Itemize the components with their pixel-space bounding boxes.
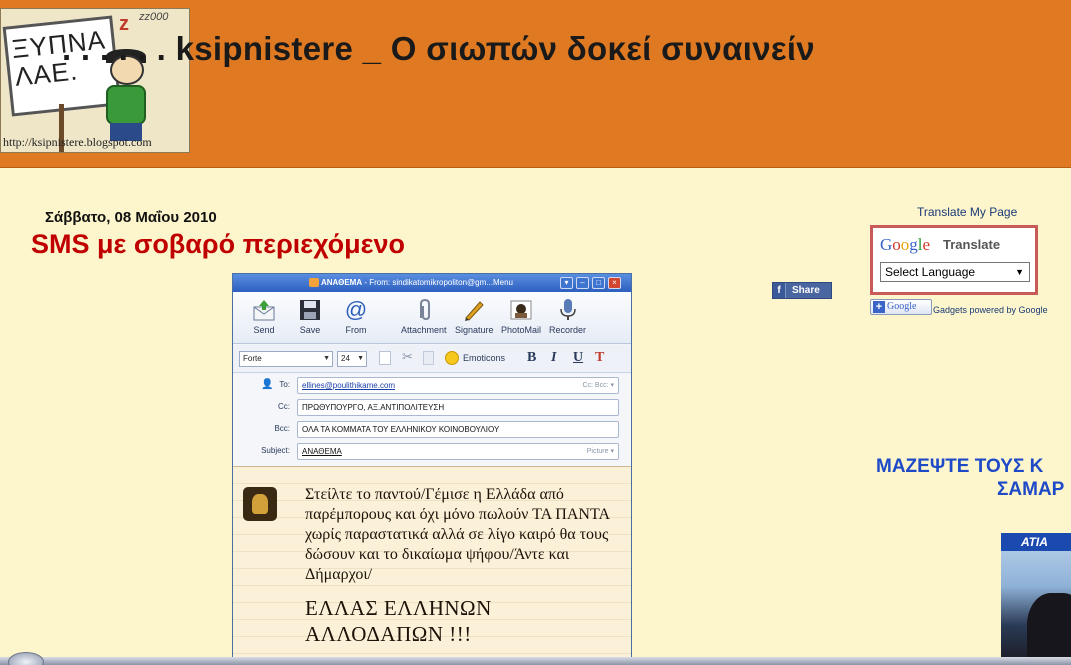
bcc-field: ΟΛΑ ΤΑ ΚΟΜΜΑΤΑ ΤΟΥ ΕΛΛΗΝΙΚΟΥ ΚΟΙΝΟΒΟΥΛΙΟ… (297, 421, 619, 438)
toolbar-save: Save (297, 298, 323, 335)
email-body-slogan: ΕΛΛΑΣ ΕΛΛΗΝΩΝ ΑΛΛΟΔΑΠΩΝ !!! (305, 596, 492, 646)
bcc-row: Bcc: ΟΛΑ ΤΑ ΚΟΜΜΑΤΑ ΤΟΥ ΕΛΛΗΝΙΚΟΥ ΚΟΙΝΟΒ… (233, 420, 631, 440)
google-logo: Google (880, 235, 931, 254)
blog-header: ΞΥΠΝΑ ΛΑΕ. z zz000 http://ksipnistere.bl… (0, 0, 1071, 168)
subject-row: Subject: ΑΝΑΘΕΜΑ Picture ▾ (233, 442, 631, 462)
pen-icon (461, 298, 487, 322)
photo-banner-text: ΑΤΙΑ (1001, 533, 1071, 551)
floppy-disk-icon (297, 298, 323, 322)
share-label: Share (792, 285, 820, 296)
email-screenshot-image: ΑΝΑΘΕΜΑ - From: sindikatomikropoliton@gm… (232, 273, 632, 665)
text-color-icon: T (595, 350, 605, 365)
to-field: ellines@poulithikame.com Cc: Bcc: ▾ (297, 377, 619, 394)
smiley-icon (445, 351, 459, 365)
menu-arrow-icon: ▾ (560, 277, 573, 289)
facebook-icon: f (773, 283, 786, 298)
subject-field: ΑΝΑΘΕΜΑ Picture ▾ (297, 443, 619, 460)
clear-format-icon (379, 351, 391, 365)
translate-heading: Translate My Page (917, 205, 1018, 219)
email-toolbar: Send Save @ From Attachment Signature Ph… (233, 292, 631, 344)
at-sign-icon: @ (344, 297, 368, 322)
to-label: To: (279, 380, 290, 389)
logo-url-text: http://ksipnistere.blogspot.com (3, 135, 152, 149)
emoticons-button: Emoticons (445, 351, 505, 365)
blog-title[interactable]: . . . . . . ksipnistere _ Ο σιωπών δοκεί… (62, 30, 815, 68)
media-control-bar (0, 657, 1071, 665)
toolbar-send: Send (251, 298, 277, 335)
chevron-down-icon: ▼ (1015, 267, 1024, 277)
gadgets-powered-link[interactable]: Gadgets powered by Google (933, 305, 1048, 315)
google-translate-widget: Google Translate Select Language ▼ (870, 225, 1038, 295)
cc-label: Cc: (278, 402, 290, 411)
to-row: 👤 To: ellines@poulithikame.com Cc: Bcc: ▾ (233, 376, 631, 396)
italic-icon: I (551, 350, 557, 365)
toolbar-recorder: Recorder (549, 298, 586, 335)
underline-icon: U (573, 350, 584, 365)
fist-icon (243, 487, 277, 521)
scissors-icon: ✂ (402, 349, 413, 364)
microphone-icon (555, 298, 581, 322)
sleep-zz-mark: zz000 (139, 11, 169, 23)
font-combo: Forte ▼ (239, 351, 333, 367)
email-window-title: ΑΝΑΘΕΜΑ - From: sindikatomikropoliton@gm… (321, 278, 513, 287)
maximize-icon: □ (592, 277, 605, 289)
bold-icon: B (527, 350, 537, 365)
facebook-share-button[interactable]: f Share (772, 282, 832, 299)
plus-icon: + (873, 301, 885, 313)
email-header-fields: 👤 To: ellines@poulithikame.com Cc: Bcc: ▾… (233, 374, 631, 466)
person-silhouette (1027, 593, 1071, 665)
post-title[interactable]: SMS με σοβαρό περιεχόμενο (31, 229, 405, 260)
cc-field: ΠΡΩΘΥΠΟΥΡΓΟ, ΑΞ.ΑΝΤΙΠΟΛΙΤΕΥΣΗ (297, 399, 619, 416)
email-body: Στείλτε το παντού/Γέμισε η Ελλάδα από πα… (233, 466, 631, 664)
add-to-google-button[interactable]: + Google (870, 299, 932, 315)
subject-label: Subject: (261, 446, 290, 455)
select-language-dropdown[interactable]: Select Language ▼ (880, 262, 1030, 282)
post-date: Σάββατο, 08 Μαΐου 2010 (45, 209, 217, 226)
paperclip-icon (411, 298, 437, 322)
close-icon: × (608, 277, 621, 289)
sidebar-headline[interactable]: ΜΑΖΕΨΤΕ ΤΟΥΣ Κ (876, 455, 1043, 479)
translate-label: Translate (943, 237, 1001, 252)
send-envelope-icon (251, 298, 277, 322)
envelope-icon (309, 278, 319, 287)
chevron-down-icon: ▼ (323, 355, 330, 362)
cc-row: Cc: ΠΡΩΘΥΠΟΥΡΓΟ, ΑΞ.ΑΝΤΙΠΟΛΙΤΕΥΣΗ (233, 398, 631, 418)
email-body-text: Στείλτε το παντού/Γέμισε η Ελλάδα από πα… (305, 486, 610, 583)
window-menu-label: Menu (492, 278, 513, 287)
sidebar-photo[interactable]: ΑΤΙΑ (1001, 533, 1071, 665)
font-size-combo: 24 ▼ (337, 351, 367, 367)
minimize-icon: – (576, 277, 589, 289)
toolbar-attachment: Attachment (401, 298, 447, 335)
toolbar-signature: Signature (455, 298, 494, 335)
chevron-down-icon: ▼ (357, 355, 364, 362)
toolbar-photomail: PhotoMail (501, 298, 541, 335)
bcc-label: Bcc: (274, 424, 290, 433)
contact-icon: 👤 (261, 379, 274, 390)
play-button-icon[interactable] (8, 652, 44, 665)
photo-icon (508, 298, 534, 322)
email-window-titlebar: ΑΝΑΘΕΜΑ - From: sindikatomikropoliton@gm… (233, 274, 631, 292)
sidebar-headline-line2[interactable]: ΣΑΜΑΡ (997, 479, 1064, 501)
format-toolbar: Forte ▼ 24 ▼ ✂ Emoticons B I U T (233, 345, 631, 373)
toolbar-from: @ From (344, 297, 368, 335)
paste-icon (423, 351, 434, 365)
